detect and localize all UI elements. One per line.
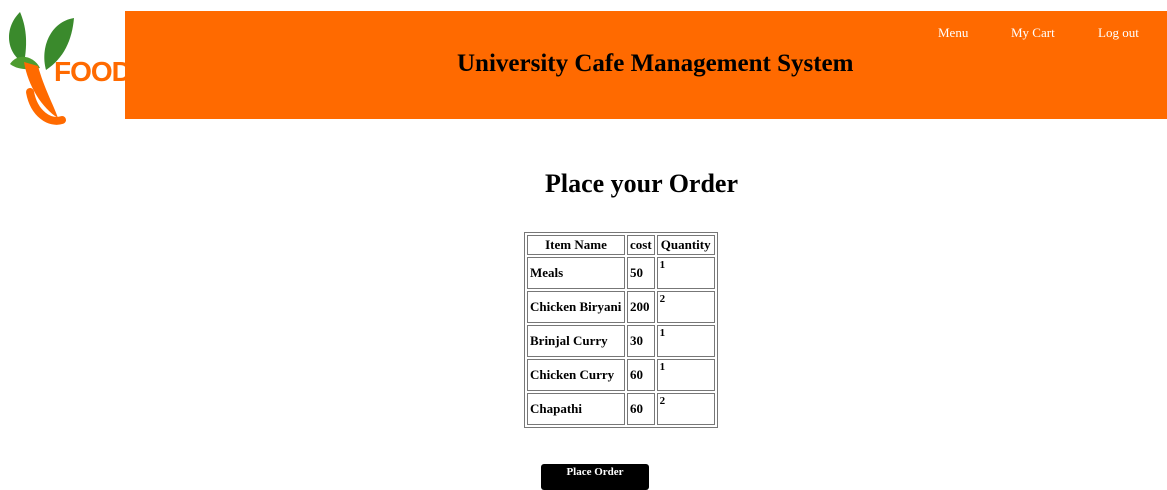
table-row: Chicken Biryani 200 2 xyxy=(527,291,715,323)
item-quantity-cell: 1 xyxy=(656,325,715,357)
item-cost-cell: 200 xyxy=(627,291,655,323)
item-quantity-cell: 2 xyxy=(656,291,715,323)
nav-my-cart-link[interactable]: My Cart xyxy=(1011,25,1055,41)
column-header-item-name: Item Name xyxy=(527,235,625,255)
item-cost-cell: 50 xyxy=(627,257,655,289)
table-row: Brinjal Curry 30 1 xyxy=(527,325,715,357)
item-name-cell: Chicken Biryani xyxy=(527,291,625,323)
table-row: Meals 50 1 xyxy=(527,257,715,289)
order-table: Item Name cost Quantity Meals 50 1 Chick… xyxy=(524,232,718,428)
item-cost-cell: 60 xyxy=(627,359,655,391)
item-name-cell: Chicken Curry xyxy=(527,359,625,391)
app-title: University Cafe Management System xyxy=(457,49,854,77)
food-logo: FOOD xyxy=(0,0,132,130)
header-bar: University Cafe Management System Menu M… xyxy=(125,11,1167,119)
item-quantity-cell: 1 xyxy=(656,257,715,289)
item-name-cell: Meals xyxy=(527,257,625,289)
table-header-row: Item Name cost Quantity xyxy=(527,235,715,255)
logo-text: FOOD xyxy=(54,56,132,87)
column-header-quantity: Quantity xyxy=(656,235,715,255)
nav-menu-link[interactable]: Menu xyxy=(938,25,968,41)
place-order-button[interactable]: Place Order xyxy=(541,464,649,490)
nav-log-out-link[interactable]: Log out xyxy=(1098,25,1139,41)
item-quantity-cell: 1 xyxy=(656,359,715,391)
item-cost-cell: 30 xyxy=(627,325,655,357)
table-row: Chicken Curry 60 1 xyxy=(527,359,715,391)
column-header-cost: cost xyxy=(627,235,655,255)
item-quantity-cell: 2 xyxy=(656,393,715,425)
table-row: Chapathi 60 2 xyxy=(527,393,715,425)
item-name-cell: Chapathi xyxy=(527,393,625,425)
item-cost-cell: 60 xyxy=(627,393,655,425)
page-title: Place your Order xyxy=(544,169,739,198)
item-name-cell: Brinjal Curry xyxy=(527,325,625,357)
